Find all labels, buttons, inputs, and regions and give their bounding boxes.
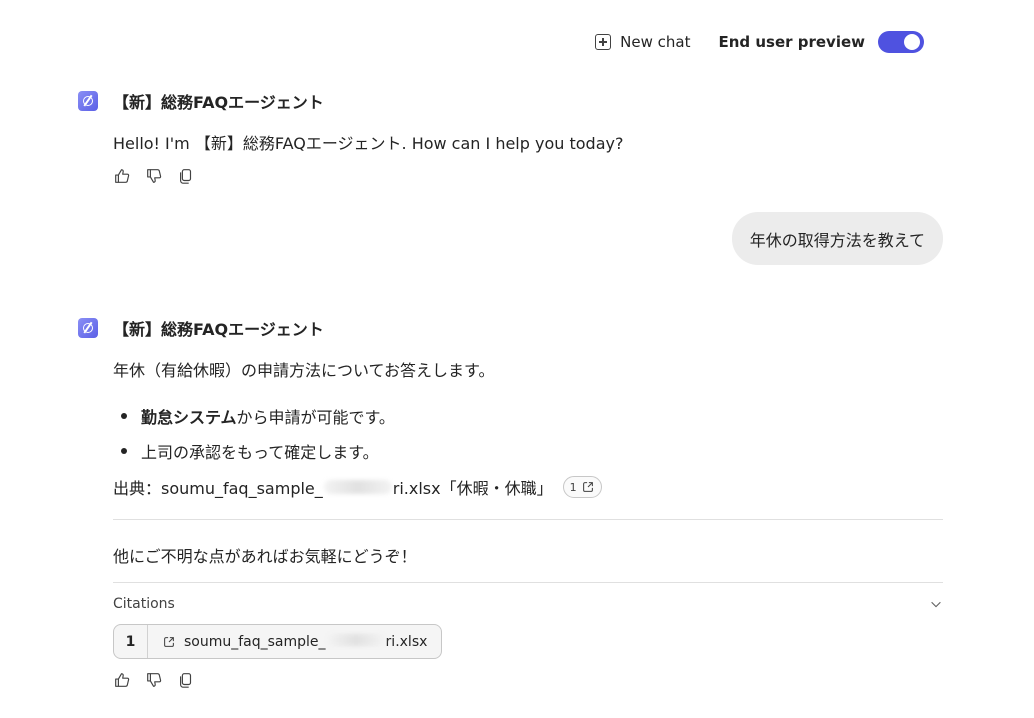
message-actions <box>113 671 195 689</box>
thumbs-up-icon[interactable] <box>113 167 131 185</box>
citation-file-prefix: soumu_faq_sample_ <box>184 633 326 650</box>
agent-avatar-icon <box>78 91 98 111</box>
toggle-knob <box>904 34 920 50</box>
answer-bullet-list: 勤怠システム から申請が可能です。 上司の承認をもって確定します。 <box>113 398 395 468</box>
bullet-bold-text: 勤怠システム <box>141 407 237 427</box>
agent-name: 【新】総務FAQエージェント <box>113 93 324 112</box>
new-chat-button[interactable]: New chat <box>595 33 690 51</box>
citation-card[interactable]: 1 soumu_faq_sample_ ri.xlsx <box>113 624 443 659</box>
redacted-blur <box>323 480 392 494</box>
end-user-preview-toggle[interactable] <box>878 31 924 53</box>
plus-square-icon <box>595 34 612 50</box>
copy-icon[interactable] <box>177 167 195 185</box>
bullet-dot <box>121 447 127 454</box>
citations-toggle[interactable]: Citations <box>113 592 943 616</box>
external-link-icon <box>582 482 593 492</box>
list-item: 勤怠システム から申請が可能です。 <box>113 398 395 433</box>
agent-avatar-icon <box>78 318 98 338</box>
inline-citation-number: 1 <box>569 480 577 494</box>
citation-number: 1 <box>114 625 148 658</box>
thumbs-down-icon[interactable] <box>145 167 163 185</box>
top-bar: New chat End user preview <box>595 29 924 55</box>
agent-header: 【新】総務FAQエージェント <box>78 89 324 113</box>
bullet-text: から申請が可能です。 <box>236 407 395 427</box>
source-prefix: 出典：soumu_faq_sample_ <box>113 479 323 498</box>
inline-citation-button[interactable]: 1 <box>562 476 602 498</box>
source-line: 出典：soumu_faq_sample_ ri.xlsx「休暇・休職」 1 <box>113 474 602 500</box>
user-message-bubble: 年休の取得方法を教えて <box>731 212 943 265</box>
chevron-down-icon <box>931 601 941 608</box>
message-actions <box>113 167 195 185</box>
divider <box>113 582 943 583</box>
thumbs-up-icon[interactable] <box>113 671 131 689</box>
thumbs-down-icon[interactable] <box>145 671 163 689</box>
new-chat-label: New chat <box>620 33 691 51</box>
bullet-text: 上司の承認をもって確定します。 <box>141 442 379 462</box>
answer-intro: 年休（有給休暇）の申請方法についてお答えします。 <box>113 361 495 380</box>
copy-icon[interactable] <box>177 671 195 689</box>
end-user-preview-label: End user preview <box>718 33 865 51</box>
agent-name: 【新】総務FAQエージェント <box>113 320 324 339</box>
list-item: 上司の承認をもって確定します。 <box>113 433 395 468</box>
redacted-blur <box>326 633 385 646</box>
bullet-dot <box>121 412 127 419</box>
citation-file: soumu_faq_sample_ ri.xlsx <box>148 633 441 650</box>
citation-file-suffix: ri.xlsx <box>385 633 428 650</box>
agent-greeting: Hello! I'm 【新】総務FAQエージェント. How can I hel… <box>113 134 624 153</box>
user-message-text: 年休の取得方法を教えて <box>749 230 925 250</box>
source-suffix: ri.xlsx「休暇・休職」 <box>392 479 553 498</box>
external-link-icon <box>164 636 174 647</box>
citations-label: Citations <box>113 596 175 612</box>
agent-header: 【新】総務FAQエージェント <box>78 316 324 340</box>
divider <box>113 519 943 520</box>
closing-message: 他にご不明な点があればお気軽にどうぞ！ <box>113 547 417 566</box>
